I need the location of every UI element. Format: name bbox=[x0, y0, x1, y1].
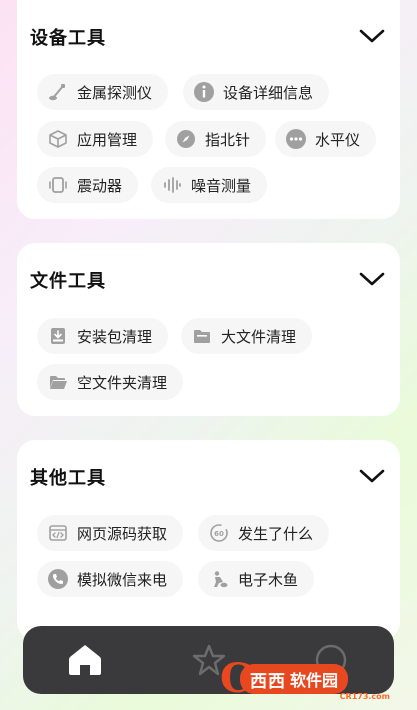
tool-label: 震动器 bbox=[77, 176, 123, 195]
tool-fake-wechat-call[interactable]: 模拟微信来电 bbox=[37, 561, 184, 597]
tool-app-manager[interactable]: 应用管理 bbox=[37, 121, 154, 157]
section-title: 文件工具 bbox=[30, 271, 106, 292]
code-window-icon bbox=[47, 522, 69, 544]
cube-icon bbox=[47, 128, 69, 150]
history-60-icon: 60 bbox=[208, 522, 230, 544]
level-icon bbox=[285, 128, 307, 150]
watermark-logo: C 西西 软件园 CR173.com bbox=[220, 655, 398, 702]
open-folder-icon bbox=[47, 371, 69, 393]
tool-wooden-fish[interactable]: 电子木鱼 bbox=[198, 561, 315, 597]
chevron-down-icon[interactable] bbox=[358, 466, 386, 486]
tool-label: 网页源码获取 bbox=[77, 524, 168, 543]
other-tools-card: 其他工具 网页源码获取 60 发生了什么 模拟微信来电 电子木鱼 bbox=[17, 440, 400, 640]
watermark-brand: 西西 bbox=[250, 671, 286, 692]
tool-noise-meter[interactable]: 噪音测量 bbox=[151, 167, 268, 203]
chevron-down-icon[interactable] bbox=[358, 26, 386, 46]
home-icon bbox=[69, 645, 101, 675]
section-title: 其他工具 bbox=[30, 468, 106, 489]
tool-large-file-cleanup[interactable]: 大文件清理 bbox=[181, 318, 313, 354]
tool-device-info[interactable]: 设备详细信息 bbox=[183, 74, 330, 110]
wooden-fish-icon bbox=[208, 568, 230, 590]
tool-metal-detector[interactable]: 金属探测仪 bbox=[37, 74, 169, 110]
package-icon bbox=[47, 325, 69, 347]
phone-icon bbox=[47, 568, 69, 590]
vibrate-icon bbox=[47, 174, 69, 196]
compass-icon bbox=[175, 128, 197, 150]
tool-label: 安装包清理 bbox=[77, 327, 153, 346]
metal-detector-icon bbox=[47, 81, 69, 103]
tool-label: 应用管理 bbox=[77, 130, 138, 149]
watermark-site: CR173.com bbox=[339, 692, 390, 701]
tool-vibrator[interactable]: 震动器 bbox=[37, 167, 139, 203]
tool-label: 模拟微信来电 bbox=[77, 570, 168, 589]
device-tools-card: 设备工具 金属探测仪 设备详细信息 应用管理 指北针 水平仪 震动器 噪音测量 bbox=[17, 0, 400, 219]
tool-webpage-source[interactable]: 网页源码获取 bbox=[37, 515, 184, 551]
tool-empty-folder-cleanup[interactable]: 空文件夹清理 bbox=[37, 364, 184, 400]
tool-label: 水平仪 bbox=[315, 130, 361, 149]
tool-label: 金属探测仪 bbox=[77, 83, 153, 102]
info-icon bbox=[193, 81, 215, 103]
folder-icon bbox=[191, 325, 213, 347]
tool-apk-cleanup[interactable]: 安装包清理 bbox=[37, 318, 169, 354]
tool-label: 设备详细信息 bbox=[223, 83, 314, 102]
tool-label: 发生了什么 bbox=[238, 524, 314, 543]
svg-text:60: 60 bbox=[214, 530, 224, 538]
nav-home[interactable] bbox=[65, 642, 105, 678]
file-tools-card: 文件工具 安装包清理 大文件清理 空文件夹清理 bbox=[17, 243, 400, 416]
watermark-c-glyph: C bbox=[220, 655, 252, 702]
tool-compass[interactable]: 指北针 bbox=[165, 121, 267, 157]
tool-level[interactable]: 水平仪 bbox=[275, 121, 377, 157]
tool-label: 电子木鱼 bbox=[238, 570, 299, 589]
watermark-name: 软件园 bbox=[290, 671, 339, 690]
watermark-badge: 西西 软件园 bbox=[240, 664, 349, 694]
tool-label: 大文件清理 bbox=[221, 327, 297, 346]
tool-label: 指北针 bbox=[205, 130, 251, 149]
sound-wave-icon bbox=[161, 174, 183, 196]
tool-label: 空文件夹清理 bbox=[77, 373, 168, 392]
chevron-down-icon[interactable] bbox=[358, 269, 386, 289]
tool-what-happened[interactable]: 60 发生了什么 bbox=[198, 515, 330, 551]
section-title: 设备工具 bbox=[30, 28, 106, 49]
tool-label: 噪音测量 bbox=[191, 176, 252, 195]
